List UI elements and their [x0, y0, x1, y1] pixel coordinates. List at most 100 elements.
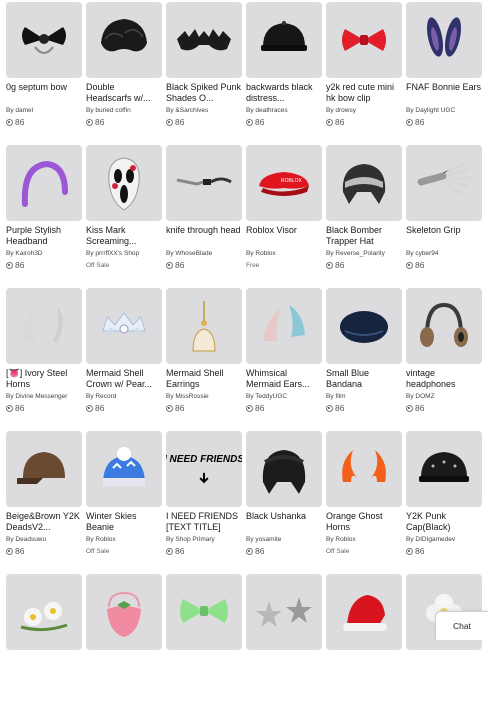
- creator-name[interactable]: MissRossie: [175, 393, 208, 400]
- catalog-item-card[interactable]: Small Blue Bandana By film 86: [326, 288, 402, 431]
- item-thumbnail[interactable]: [406, 145, 482, 221]
- item-name[interactable]: Whimsical Mermaid Ears...: [246, 368, 322, 390]
- item-name[interactable]: Small Blue Bandana: [326, 368, 402, 390]
- item-name[interactable]: FNAF Bonnie Ears: [406, 82, 482, 104]
- creator-name[interactable]: buried coffin: [95, 107, 130, 114]
- item-thumbnail[interactable]: [6, 2, 82, 78]
- item-thumbnail[interactable]: [326, 2, 402, 78]
- catalog-item-card[interactable]: I NEED FRIENDS I NEED FRIENDS [TEXT TITLE…: [166, 431, 242, 574]
- creator-name[interactable]: Reverse_Polarity: [335, 250, 385, 257]
- item-creator[interactable]: By Daylight UGC: [406, 107, 482, 116]
- item-creator[interactable]: By cyber94: [406, 250, 482, 259]
- catalog-item-card[interactable]: Whimsical Mermaid Ears... By TeddyUGC 86: [246, 288, 322, 431]
- item-creator[interactable]: By Shop Primary: [166, 536, 242, 545]
- item-name[interactable]: Double Headscarfs w/...: [86, 82, 162, 104]
- item-thumbnail[interactable]: [6, 574, 82, 650]
- catalog-item-card[interactable]: [326, 574, 402, 717]
- creator-name[interactable]: cyber94: [415, 250, 438, 257]
- catalog-item-card[interactable]: Winter Skies Beanie By Roblox Off Sale: [86, 431, 162, 574]
- item-name[interactable]: Black Spiked Punk Shades O...: [166, 82, 242, 104]
- item-thumbnail[interactable]: [86, 2, 162, 78]
- item-creator[interactable]: By MissRossie: [166, 393, 242, 402]
- item-creator[interactable]: By yosamite: [246, 536, 322, 545]
- item-creator[interactable]: By Record: [86, 393, 162, 402]
- catalog-item-card[interactable]: [👅] Ivory Steel Horns By Divine Messenger…: [6, 288, 82, 431]
- item-name[interactable]: Roblox Visor: [246, 225, 322, 247]
- catalog-item-card[interactable]: vintage headphones By DOMZ 86: [406, 288, 482, 431]
- catalog-item-card[interactable]: [6, 574, 82, 717]
- item-creator[interactable]: By Deadsuwu: [6, 536, 82, 545]
- item-creator[interactable]: By prrrffXX's Shop: [86, 250, 162, 259]
- item-name[interactable]: Kiss Mark Screaming...: [86, 225, 162, 247]
- catalog-item-card[interactable]: Black Bomber Trapper Hat By Reverse_Polar…: [326, 145, 402, 288]
- catalog-item-card[interactable]: Double Headscarfs w/... By buried coffin 8…: [86, 2, 162, 145]
- creator-name[interactable]: Roblox: [95, 536, 115, 543]
- creator-name[interactable]: Divine Messenger: [15, 393, 67, 400]
- catalog-item-card[interactable]: Purple Stylish Headband By Kairoh3D 86: [6, 145, 82, 288]
- creator-name[interactable]: film: [335, 393, 345, 400]
- creator-name[interactable]: DOMZ: [415, 393, 434, 400]
- item-thumbnail[interactable]: [86, 574, 162, 650]
- item-thumbnail[interactable]: [246, 2, 322, 78]
- item-thumbnail[interactable]: [6, 431, 82, 507]
- item-name[interactable]: vintage headphones: [406, 368, 482, 390]
- creator-name[interactable]: drowsy: [335, 107, 356, 114]
- creator-name[interactable]: deathraces: [255, 107, 287, 114]
- catalog-item-card[interactable]: Mermaid Shell Crown w/ Pear... By Record 8…: [86, 288, 162, 431]
- item-creator[interactable]: By Roblox: [86, 536, 162, 545]
- catalog-item-card[interactable]: Orange Ghost Horns By Roblox Off Sale: [326, 431, 402, 574]
- item-creator[interactable]: By drowsy: [326, 107, 402, 116]
- catalog-item-card[interactable]: Black Ushanka By yosamite 86: [246, 431, 322, 574]
- item-thumbnail[interactable]: [406, 2, 482, 78]
- creator-name[interactable]: Kairoh3D: [15, 250, 42, 257]
- item-creator[interactable]: By &Sarchives: [166, 107, 242, 116]
- catalog-item-card[interactable]: Beige&Brown Y2K DeadsV2... By Deadsuwu 86: [6, 431, 82, 574]
- catalog-item-card[interactable]: Kiss Mark Screaming... By prrrffXX's Shop…: [86, 145, 162, 288]
- catalog-item-card[interactable]: y2k red cute mini hk bow clip By drowsy 86: [326, 2, 402, 145]
- item-creator[interactable]: By Roblox: [246, 250, 322, 259]
- creator-name[interactable]: Roblox: [255, 250, 275, 257]
- item-name[interactable]: Skeleton Grip: [406, 225, 482, 247]
- item-name[interactable]: Black Ushanka: [246, 511, 322, 533]
- catalog-item-card[interactable]: Y2K Punk Cap(Black) By DIDIgamedev 86: [406, 431, 482, 574]
- chat-button[interactable]: Chat: [435, 611, 488, 640]
- item-creator[interactable]: By DIDIgamedev: [406, 536, 482, 545]
- creator-name[interactable]: WhoseBlade: [175, 250, 212, 257]
- catalog-item-card[interactable]: FNAF Bonnie Ears By Daylight UGC 86: [406, 2, 482, 145]
- item-name[interactable]: Purple Stylish Headband: [6, 225, 82, 247]
- item-thumbnail[interactable]: [246, 288, 322, 364]
- item-thumbnail[interactable]: [86, 431, 162, 507]
- item-creator[interactable]: By Reverse_Polarity: [326, 250, 402, 259]
- catalog-item-card[interactable]: [86, 574, 162, 717]
- item-creator[interactable]: By Kairoh3D: [6, 250, 82, 259]
- item-name[interactable]: I NEED FRIENDS [TEXT TITLE]: [166, 511, 242, 533]
- creator-name[interactable]: &Sarchives: [175, 107, 208, 114]
- creator-name[interactable]: Record: [95, 393, 116, 400]
- item-name[interactable]: Orange Ghost Horns: [326, 511, 402, 533]
- item-creator[interactable]: By TeddyUGC: [246, 393, 322, 402]
- item-thumbnail[interactable]: [246, 431, 322, 507]
- item-thumbnail[interactable]: [6, 288, 82, 364]
- item-name[interactable]: backwards black distress...: [246, 82, 322, 104]
- creator-name[interactable]: damel: [15, 107, 33, 114]
- item-thumbnail[interactable]: [166, 574, 242, 650]
- item-creator[interactable]: By buried coffin: [86, 107, 162, 116]
- item-name[interactable]: 0g septum bow: [6, 82, 82, 104]
- item-creator[interactable]: By DOMZ: [406, 393, 482, 402]
- item-name[interactable]: [👅] Ivory Steel Horns: [6, 368, 82, 390]
- item-thumbnail[interactable]: [406, 431, 482, 507]
- item-thumbnail[interactable]: [326, 431, 402, 507]
- catalog-item-card[interactable]: 0g septum bow By damel 86: [6, 2, 82, 145]
- item-thumbnail[interactable]: [166, 145, 242, 221]
- item-thumbnail[interactable]: I NEED FRIENDS: [166, 431, 242, 507]
- item-name[interactable]: Mermaid Shell Earrings: [166, 368, 242, 390]
- item-creator[interactable]: By film: [326, 393, 402, 402]
- creator-name[interactable]: DIDIgamedev: [415, 536, 455, 543]
- creator-name[interactable]: yosamite: [255, 536, 281, 543]
- item-name[interactable]: Winter Skies Beanie: [86, 511, 162, 533]
- catalog-item-card[interactable]: Black Spiked Punk Shades O... By &Sarchiv…: [166, 2, 242, 145]
- item-thumbnail[interactable]: [166, 288, 242, 364]
- item-thumbnail[interactable]: [166, 2, 242, 78]
- catalog-item-card[interactable]: knife through head By WhoseBlade 86: [166, 145, 242, 288]
- item-thumbnail[interactable]: [406, 288, 482, 364]
